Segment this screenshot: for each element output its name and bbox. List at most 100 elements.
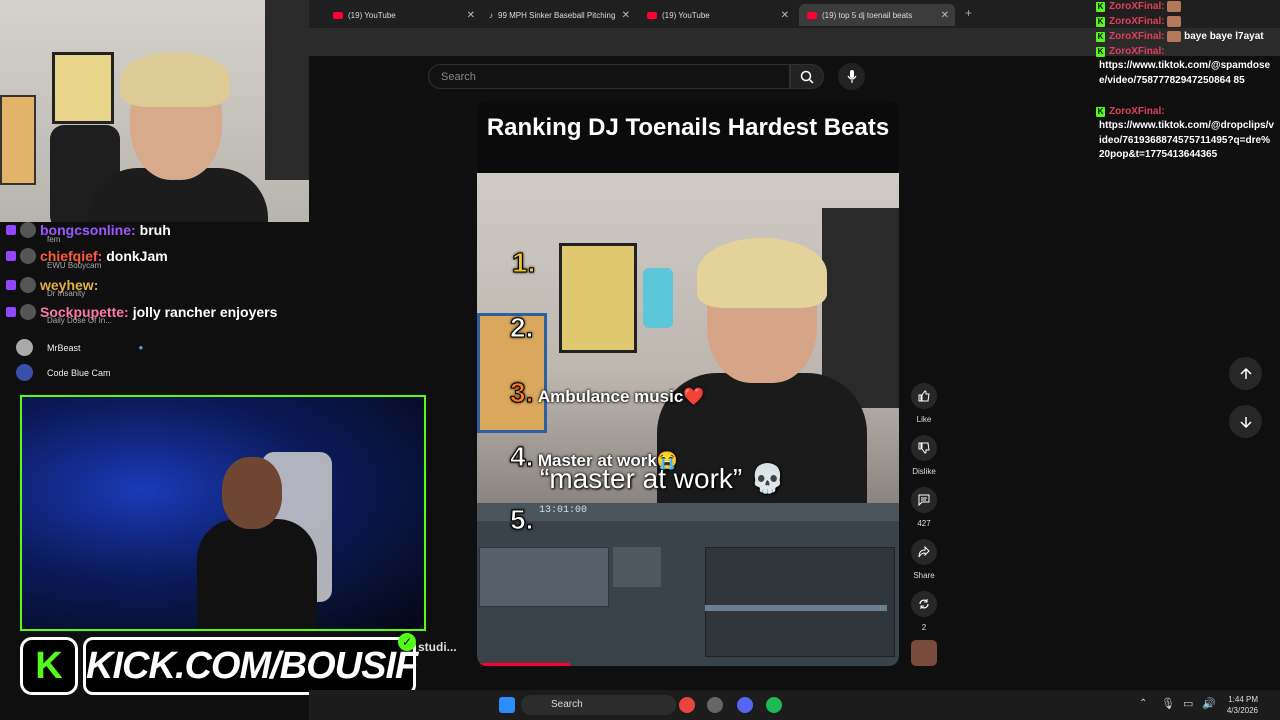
daw-screen: 13:01:00 (477, 503, 899, 666)
video-caption: “master at work” 💀 (540, 463, 785, 494)
youtube-favicon-icon (647, 11, 657, 19)
arrow-up-icon (1239, 367, 1252, 379)
badge-icon (6, 307, 16, 317)
emote-icon (1167, 0, 1182, 12)
chat-sub-label: EWU Bouycam (47, 261, 102, 270)
overlay-text: studi... (418, 640, 457, 654)
stream-chat-left: bongcsonline: bruh fem chiefqief: donkJa… (0, 222, 309, 392)
windows-start-icon[interactable] (499, 697, 515, 713)
tray-chevron-icon[interactable]: ⌃ (1139, 698, 1147, 709)
rank-2: 2. (509, 312, 534, 344)
avatar (20, 248, 36, 264)
comment-count: 427 (917, 519, 931, 528)
browser-tab[interactable]: (19) YouTube ✕ (639, 4, 795, 26)
avatar (16, 339, 33, 356)
shorts-video-player[interactable]: Ranking DJ Toenails Hardest Beats 1. 2. … (477, 101, 899, 666)
kick-logo-icon: K (20, 637, 78, 695)
comment-icon (918, 494, 930, 506)
browser-tab[interactable]: (19) YouTube ✕ (325, 4, 481, 26)
chat-link[interactable]: https://www.tiktok.com/@dropclips/video/… (1099, 119, 1275, 163)
volume-icon[interactable]: 🔊 (1202, 697, 1216, 710)
kick-badge-icon: K (1096, 17, 1105, 27)
microphone-icon (847, 69, 856, 83)
streamer-webcam (0, 0, 309, 230)
kick-channel-banner: K KICK.COM/BOUSIF ✓ (20, 633, 418, 695)
youtube-favicon-icon (333, 11, 343, 19)
chat-message: K ZoroXFinal: (1096, 15, 1182, 30)
close-tab-icon[interactable]: ✕ (941, 10, 949, 21)
avatar (20, 277, 36, 293)
daw-time: 13:01:00 (539, 505, 588, 516)
thumbs-up-icon (918, 390, 930, 402)
discord-icon[interactable] (737, 697, 753, 713)
close-tab-icon[interactable]: ✕ (781, 10, 789, 21)
tab-label: (19) YouTube (348, 10, 396, 20)
avatar (20, 222, 36, 238)
emote-icon (1167, 15, 1182, 27)
rank-1: 1. (511, 247, 536, 279)
thumbs-down-icon (918, 442, 930, 454)
like-label: Like (916, 415, 932, 424)
chat-sub-label: fem (47, 235, 61, 244)
new-tab-icon[interactable]: + (965, 6, 972, 20)
search-button[interactable] (790, 64, 824, 89)
close-tab-icon[interactable]: ✕ (622, 10, 630, 21)
previous-short-button[interactable] (1229, 357, 1262, 390)
youtube-favicon-icon (807, 11, 817, 19)
verified-check-icon: ✓ (398, 633, 416, 651)
avatar (16, 364, 33, 381)
chrome-icon[interactable] (679, 697, 695, 713)
reactor-webcam (20, 395, 426, 631)
kick-badge-icon: K (1096, 32, 1105, 42)
kick-badge-icon: K (1096, 47, 1105, 57)
chat-message: K ZoroXFinal: (1096, 0, 1182, 15)
channel-avatar[interactable] (911, 640, 937, 666)
wall-poster (559, 243, 637, 353)
browser-tab-active[interactable]: (19) top 5 dj toenail beats ✕ (799, 4, 955, 26)
browser-tab[interactable]: ♪ 99 MPH Sinker Baseball Pitching ✕ (481, 4, 636, 26)
chat-message: K ZoroXFinal: (1096, 106, 1165, 117)
tab-label: 99 MPH Sinker Baseball Pitching (498, 10, 616, 20)
comments-button[interactable]: 427 (911, 487, 937, 528)
spotify-icon[interactable] (766, 697, 782, 713)
chat-message: K ZoroXFinal: (1096, 46, 1165, 57)
kick-badge-icon: K (1096, 107, 1105, 117)
arrow-down-icon (1239, 416, 1252, 428)
share-button[interactable]: Share (911, 539, 937, 580)
network-icon[interactable]: ▭ (1183, 697, 1193, 710)
chat-message: K ZoroXFinal: baye baye l7ayat (1096, 30, 1264, 42)
remix-count: 2 (921, 623, 927, 632)
badge-icon (6, 251, 16, 261)
chat-sub-label: Dr Insanity (47, 289, 86, 298)
tab-label: (19) YouTube (662, 10, 710, 20)
microphone-tray-icon[interactable]: 🎙 (1161, 697, 1175, 710)
remix-button[interactable]: 2 (911, 591, 937, 632)
system-clock[interactable]: 1:44 PM 4/3/2026 (1227, 694, 1258, 716)
emote-icon (1167, 30, 1182, 42)
sidebar-channel-mrbeast[interactable]: MrBeast ● (16, 339, 143, 356)
video-overlay-title: Ranking DJ Toenails Hardest Beats (477, 101, 899, 173)
next-short-button[interactable] (1229, 405, 1262, 438)
tiktok-favicon-icon: ♪ (489, 10, 493, 20)
close-tab-icon[interactable]: ✕ (467, 10, 475, 21)
stream-chat-right: K ZoroXFinal: K ZoroXFinal: K ZoroXFinal: b… (1096, 0, 1280, 200)
taskbar-search[interactable]: Search (521, 695, 676, 715)
dislike-label: Dislike (912, 467, 936, 476)
settings-icon[interactable] (707, 697, 723, 713)
share-icon (918, 546, 930, 558)
voice-search-button[interactable] (838, 63, 865, 90)
dislike-button[interactable]: Dislike (911, 435, 937, 476)
avatar (20, 304, 36, 320)
chat-message: bongcsonline: bruh (6, 222, 171, 238)
remix-icon (919, 599, 929, 609)
sidebar-channel-code-blue-cam[interactable]: Code Blue Cam (16, 364, 111, 381)
search-input[interactable]: Search (428, 64, 790, 89)
video-progress-bar[interactable] (477, 663, 570, 666)
chat-link[interactable]: https://www.tiktok.com/@spamdosee/video/… (1099, 59, 1275, 88)
like-button[interactable]: Like (911, 383, 937, 424)
search-icon (800, 70, 814, 84)
tab-label: (19) top 5 dj toenail beats (822, 10, 913, 20)
windows-taskbar: Search ⌃ 🎙 ▭ 🔊 1:44 PM 4/3/2026 (309, 690, 1280, 720)
kick-url: KICK.COM/BOUSIF (83, 637, 418, 695)
badge-icon (6, 280, 16, 290)
